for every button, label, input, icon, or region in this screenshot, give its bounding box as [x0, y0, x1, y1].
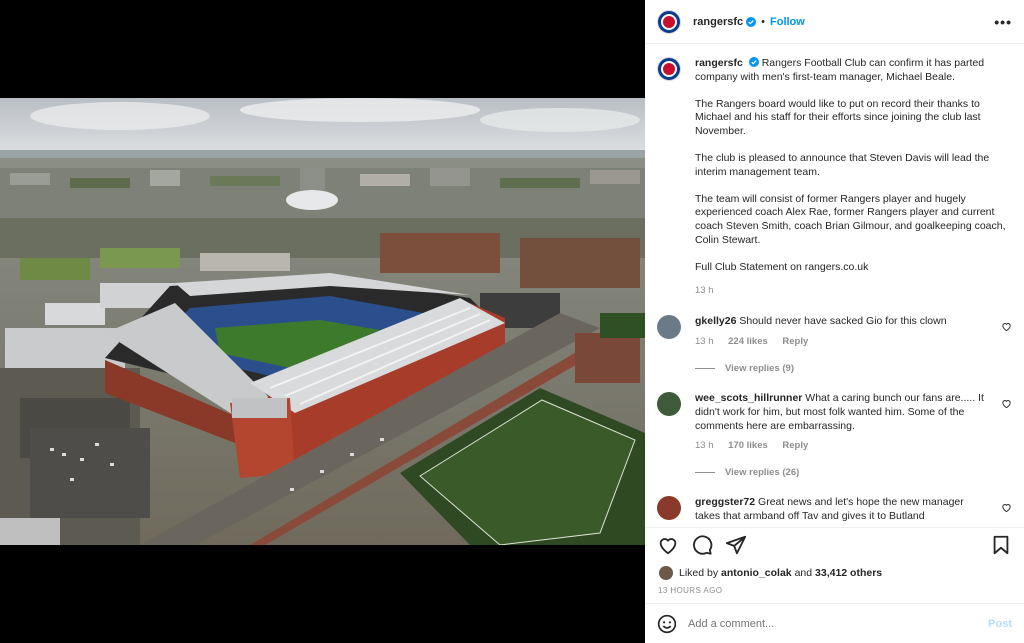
post-actions-bar [645, 527, 1024, 561]
caption-paragraph: The team will consist of former Rangers … [695, 192, 1006, 246]
comment-input[interactable] [688, 617, 989, 630]
post-side-panel: rangersfc • Follow ••• rangersfc Rangers… [645, 0, 1024, 643]
caption-avatar[interactable] [657, 57, 681, 81]
account-avatar[interactable] [657, 9, 681, 34]
likes-joiner: and [794, 567, 813, 579]
bookmark-icon[interactable] [990, 534, 1012, 556]
separator-dot: • [761, 15, 765, 28]
account-username[interactable]: rangersfc [693, 16, 743, 28]
verified-badge-icon [746, 16, 757, 27]
comment-item: wee_scots_hillrunner What a caring bunch… [657, 391, 1012, 453]
media-pane [0, 0, 645, 643]
view-replies-button[interactable]: View replies (9) [695, 363, 1012, 374]
caption-paragraph: Full Club Statement on rangers.co.uk [695, 260, 869, 273]
view-replies-label: View replies (9) [725, 362, 794, 374]
comments-scroll-area[interactable]: rangersfc Rangers Football Club can conf… [645, 45, 1024, 527]
comment-username[interactable]: greggster72 [695, 496, 755, 508]
likes-summary: Liked by antonio_colak and 33,412 others [659, 566, 1012, 580]
comment-likes[interactable]: 170 likes [728, 440, 768, 451]
post-time-ago: 13 HOURS AGO [658, 586, 723, 595]
likes-prefix: Liked by [679, 567, 719, 579]
comment-time: 13 h [695, 336, 714, 348]
post-photo[interactable] [0, 98, 645, 545]
commenter-avatar[interactable] [657, 391, 681, 416]
post-comment-button[interactable]: Post [988, 618, 1012, 630]
post-header: rangersfc • Follow ••• [645, 0, 1024, 44]
caption-timestamp: 13 h [695, 284, 714, 296]
heart-icon[interactable] [1001, 502, 1012, 513]
comment-username[interactable]: gkelly26 [695, 315, 736, 327]
comment-time: 13 h [695, 440, 714, 452]
caption-username[interactable]: rangersfc [695, 57, 743, 69]
likes-others-count[interactable]: 33,412 others [815, 567, 882, 579]
commenter-avatar[interactable] [657, 315, 681, 340]
follow-button[interactable]: Follow [770, 16, 805, 28]
emoji-icon[interactable] [657, 614, 677, 634]
comment-item: gkelly26 Should never have sacked Gio fo… [657, 315, 1012, 349]
view-replies-label: View replies (26) [725, 467, 800, 479]
comment-username[interactable]: wee_scots_hillrunner [695, 392, 802, 404]
heart-icon[interactable] [1001, 398, 1012, 409]
add-comment-bar: Post [645, 603, 1024, 643]
liker-username[interactable]: antonio_colak [721, 567, 792, 579]
stadium-aerial-image [0, 98, 645, 545]
commenter-avatar[interactable] [657, 496, 681, 521]
share-icon[interactable] [725, 534, 747, 556]
heart-icon[interactable] [657, 534, 679, 556]
comment-text: Should never have sacked Gio for this cl… [739, 315, 947, 328]
heart-icon[interactable] [1001, 321, 1012, 332]
comment-icon[interactable] [691, 534, 713, 556]
view-replies-button[interactable]: View replies (26) [695, 467, 1012, 478]
reply-button[interactable]: Reply [782, 336, 808, 347]
caption-paragraph: The Rangers board would like to put on r… [695, 97, 981, 138]
liker-avatar[interactable] [659, 566, 673, 580]
comment-likes[interactable]: 224 likes [728, 336, 768, 347]
verified-badge-icon [748, 57, 759, 67]
more-options-icon[interactable]: ••• [994, 14, 1012, 30]
post-caption: rangersfc Rangers Football Club can conf… [657, 57, 1012, 297]
caption-paragraph: The club is pleased to announce that Ste… [695, 151, 990, 178]
comment-item: greggster72 Great news and let's hope th… [657, 496, 1012, 524]
reply-button[interactable]: Reply [782, 440, 808, 451]
